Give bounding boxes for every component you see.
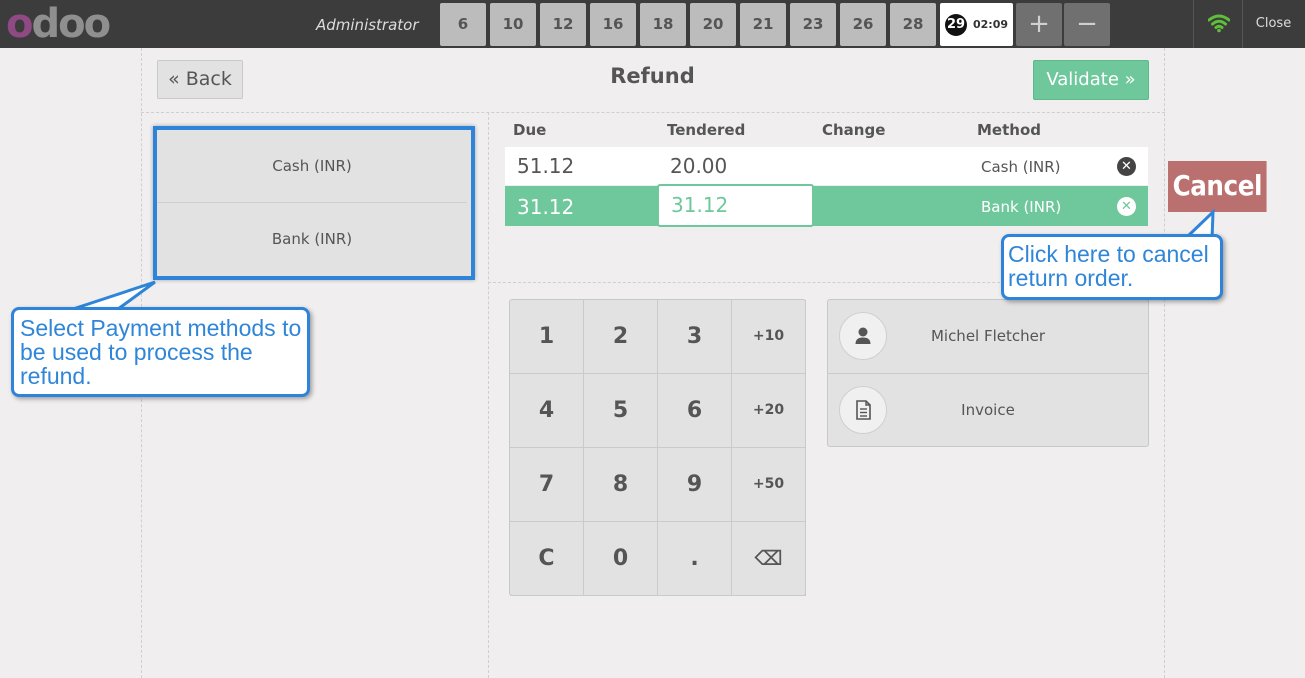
cancel-callout: Click here to cancel return order. <box>1001 234 1223 300</box>
methods-callout: Select Payment methods to be used to pro… <box>11 307 310 397</box>
